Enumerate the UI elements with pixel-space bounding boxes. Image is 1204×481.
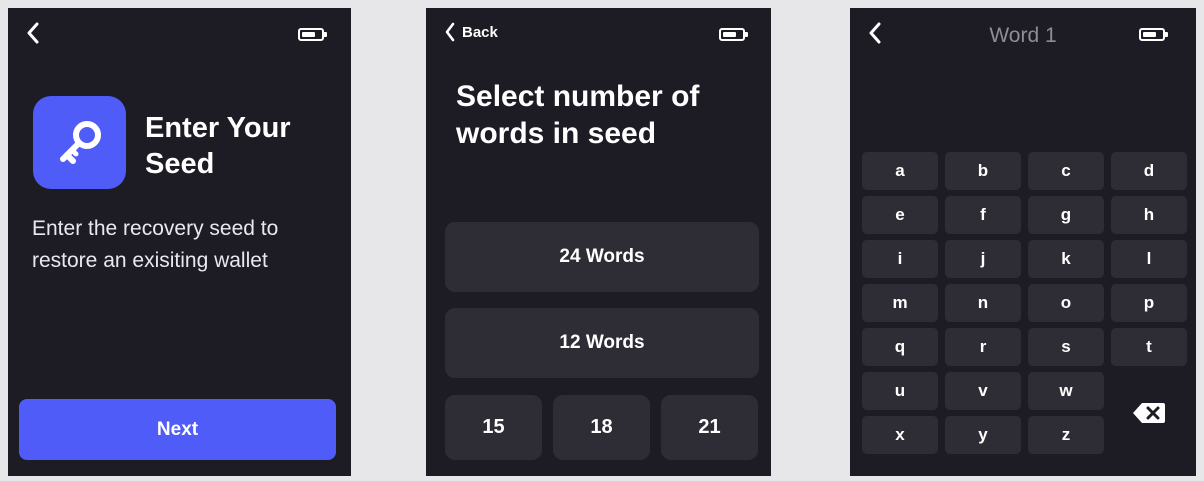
key-l[interactable]: l bbox=[1111, 240, 1187, 278]
key-x[interactable]: x bbox=[862, 416, 938, 454]
option-21-button[interactable]: 21 bbox=[661, 395, 758, 460]
option-24-words-button[interactable]: 24 Words bbox=[445, 222, 759, 292]
key-o[interactable]: o bbox=[1028, 284, 1104, 322]
key-v[interactable]: v bbox=[945, 372, 1021, 410]
chevron-left-icon bbox=[445, 22, 455, 42]
key-g[interactable]: g bbox=[1028, 196, 1104, 234]
option-15-button[interactable]: 15 bbox=[445, 395, 542, 460]
key-y[interactable]: y bbox=[945, 416, 1021, 454]
key-w[interactable]: w bbox=[1028, 372, 1104, 410]
key-c[interactable]: c bbox=[1028, 152, 1104, 190]
select-word-count-screen: Back Select number of words in seed 24 W… bbox=[426, 8, 771, 476]
key-e[interactable]: e bbox=[862, 196, 938, 234]
key-i[interactable]: i bbox=[862, 240, 938, 278]
back-button[interactable]: Back bbox=[444, 22, 498, 42]
key-a[interactable]: a bbox=[862, 152, 938, 190]
key-icon bbox=[59, 120, 101, 164]
key-s[interactable]: s bbox=[1028, 328, 1104, 366]
battery-icon bbox=[719, 28, 748, 41]
key-n[interactable]: n bbox=[945, 284, 1021, 322]
battery-icon bbox=[1139, 28, 1168, 41]
chevron-left-icon bbox=[27, 22, 39, 44]
backspace-key[interactable] bbox=[1111, 372, 1187, 454]
key-p[interactable]: p bbox=[1111, 284, 1187, 322]
option-18-button[interactable]: 18 bbox=[553, 395, 650, 460]
enter-seed-screen: Enter Your Seed Enter the recovery seed … bbox=[8, 8, 351, 476]
key-j[interactable]: j bbox=[945, 240, 1021, 278]
key-k[interactable]: k bbox=[1028, 240, 1104, 278]
key-d[interactable]: d bbox=[1111, 152, 1187, 190]
option-12-words-button[interactable]: 12 Words bbox=[445, 308, 759, 378]
page-title: Enter Your Seed bbox=[145, 112, 291, 180]
key-z[interactable]: z bbox=[1028, 416, 1104, 454]
next-button[interactable]: Next bbox=[19, 399, 336, 460]
word-entry-screen: Word 1 a b c d e f g h i j k l m n o p q… bbox=[850, 8, 1196, 476]
key-b[interactable]: b bbox=[945, 152, 1021, 190]
key-u[interactable]: u bbox=[862, 372, 938, 410]
key-t[interactable]: t bbox=[1111, 328, 1187, 366]
back-button[interactable] bbox=[26, 22, 40, 44]
key-f[interactable]: f bbox=[945, 196, 1021, 234]
key-m[interactable]: m bbox=[862, 284, 938, 322]
backspace-icon bbox=[1133, 403, 1165, 423]
page-title: Select number of words in seed bbox=[456, 80, 700, 150]
description-text: Enter the recovery seed to restore an ex… bbox=[32, 217, 279, 272]
key-icon-tile bbox=[33, 96, 126, 189]
back-label: Back bbox=[462, 23, 498, 41]
keyboard: a b c d e f g h i j k l m n o p q r s t … bbox=[862, 152, 1187, 454]
key-r[interactable]: r bbox=[945, 328, 1021, 366]
key-q[interactable]: q bbox=[862, 328, 938, 366]
battery-icon bbox=[298, 28, 327, 41]
key-h[interactable]: h bbox=[1111, 196, 1187, 234]
